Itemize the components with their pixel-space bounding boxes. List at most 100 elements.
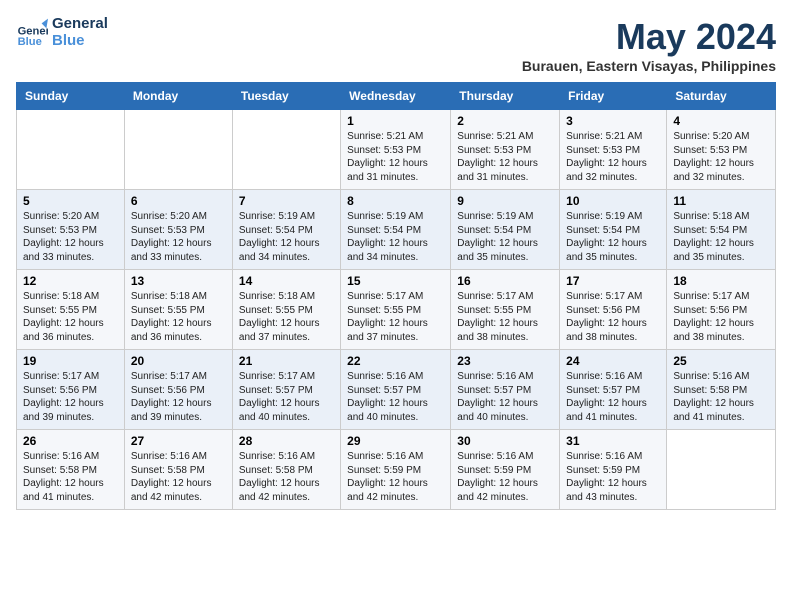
day-info: Sunrise: 5:16 AMSunset: 5:57 PMDaylight:… [457, 370, 553, 424]
day-info: Sunrise: 5:16 AMSunset: 5:58 PMDaylight:… [673, 370, 769, 424]
location-subtitle: Burauen, Eastern Visayas, Philippines [522, 58, 776, 74]
month-title: May 2024 [522, 16, 776, 58]
header-day-saturday: Saturday [667, 83, 776, 110]
calendar-cell: 20 Sunrise: 5:17 AMSunset: 5:56 PMDayligh… [124, 350, 232, 430]
day-info: Sunrise: 5:18 AMSunset: 5:55 PMDaylight:… [23, 290, 118, 344]
calendar-cell: 26 Sunrise: 5:16 AMSunset: 5:58 PMDayligh… [17, 430, 125, 510]
day-info: Sunrise: 5:17 AMSunset: 5:55 PMDaylight:… [457, 290, 553, 344]
calendar-cell [17, 110, 125, 190]
day-number: 21 [239, 354, 334, 368]
day-number: 1 [347, 114, 444, 128]
day-number: 19 [23, 354, 118, 368]
day-info: Sunrise: 5:18 AMSunset: 5:55 PMDaylight:… [131, 290, 226, 344]
calendar-cell: 8Sunrise: 5:19 AMSunset: 5:54 PMDaylight… [341, 190, 451, 270]
calendar-cell: 31Sunrise: 5:16 AMSunset: 5:59 PMDayligh… [560, 430, 667, 510]
day-number: 28 [239, 434, 334, 448]
calendar-cell: 11 Sunrise: 5:18 AMSunset: 5:54 PMDayligh… [667, 190, 776, 270]
calendar-week-4: 19 Sunrise: 5:17 AMSunset: 5:56 PMDayligh… [17, 350, 776, 430]
day-info: Sunrise: 5:20 AMSunset: 5:53 PMDaylight:… [23, 210, 118, 264]
calendar-cell: 29 Sunrise: 5:16 AMSunset: 5:59 PMDayligh… [341, 430, 451, 510]
day-info: Sunrise: 5:17 AMSunset: 5:56 PMDaylight:… [673, 290, 769, 344]
calendar-cell: 6Sunrise: 5:20 AMSunset: 5:53 PMDaylight… [124, 190, 232, 270]
day-number: 12 [23, 274, 118, 288]
calendar-cell: 18 Sunrise: 5:17 AMSunset: 5:56 PMDayligh… [667, 270, 776, 350]
calendar-cell: 12 Sunrise: 5:18 AMSunset: 5:55 PMDayligh… [17, 270, 125, 350]
day-number: 16 [457, 274, 553, 288]
day-number: 25 [673, 354, 769, 368]
day-number: 11 [673, 194, 769, 208]
calendar-cell: 15 Sunrise: 5:17 AMSunset: 5:55 PMDayligh… [341, 270, 451, 350]
day-info: Sunrise: 5:16 AMSunset: 5:57 PMDaylight:… [566, 370, 660, 424]
day-number: 2 [457, 114, 553, 128]
day-number: 10 [566, 194, 660, 208]
day-info: Sunrise: 5:17 AMSunset: 5:56 PMDaylight:… [131, 370, 226, 424]
day-info: Sunrise: 5:17 AMSunset: 5:57 PMDaylight:… [239, 370, 334, 424]
header-day-tuesday: Tuesday [232, 83, 340, 110]
calendar-cell: 1 Sunrise: 5:21 AMSunset: 5:53 PMDaylight… [341, 110, 451, 190]
day-number: 7 [239, 194, 334, 208]
day-number: 27 [131, 434, 226, 448]
calendar-cell: 2Sunrise: 5:21 AMSunset: 5:53 PMDaylight… [451, 110, 560, 190]
day-number: 9 [457, 194, 553, 208]
day-number: 30 [457, 434, 553, 448]
calendar-cell [232, 110, 340, 190]
calendar-cell [124, 110, 232, 190]
day-info: Sunrise: 5:21 AMSunset: 5:53 PMDaylight:… [347, 130, 444, 184]
day-info: Sunrise: 5:19 AMSunset: 5:54 PMDaylight:… [566, 210, 660, 264]
calendar-cell: 3 Sunrise: 5:21 AMSunset: 5:53 PMDaylight… [560, 110, 667, 190]
calendar-week-5: 26 Sunrise: 5:16 AMSunset: 5:58 PMDayligh… [17, 430, 776, 510]
day-info: Sunrise: 5:18 AMSunset: 5:55 PMDaylight:… [239, 290, 334, 344]
day-number: 24 [566, 354, 660, 368]
day-number: 31 [566, 434, 660, 448]
calendar-cell: 23Sunrise: 5:16 AMSunset: 5:57 PMDayligh… [451, 350, 560, 430]
page-header: General Blue General Blue May 2024 Burau… [16, 16, 776, 74]
logo: General Blue General Blue [16, 16, 108, 49]
day-info: Sunrise: 5:19 AMSunset: 5:54 PMDaylight:… [239, 210, 334, 264]
day-info: Sunrise: 5:20 AMSunset: 5:53 PMDaylight:… [673, 130, 769, 184]
day-number: 6 [131, 194, 226, 208]
day-info: Sunrise: 5:16 AMSunset: 5:57 PMDaylight:… [347, 370, 444, 424]
header-day-friday: Friday [560, 83, 667, 110]
header-day-monday: Monday [124, 83, 232, 110]
day-number: 17 [566, 274, 660, 288]
calendar-week-3: 12 Sunrise: 5:18 AMSunset: 5:55 PMDayligh… [17, 270, 776, 350]
header-day-thursday: Thursday [451, 83, 560, 110]
calendar-cell: 7 Sunrise: 5:19 AMSunset: 5:54 PMDaylight… [232, 190, 340, 270]
logo-icon: General Blue [16, 17, 48, 49]
day-number: 20 [131, 354, 226, 368]
calendar-week-2: 5 Sunrise: 5:20 AMSunset: 5:53 PMDaylight… [17, 190, 776, 270]
day-info: Sunrise: 5:17 AMSunset: 5:56 PMDaylight:… [566, 290, 660, 344]
calendar-cell: 28 Sunrise: 5:16 AMSunset: 5:58 PMDayligh… [232, 430, 340, 510]
calendar-cell: 30 Sunrise: 5:16 AMSunset: 5:59 PMDayligh… [451, 430, 560, 510]
day-number: 26 [23, 434, 118, 448]
day-info: Sunrise: 5:19 AMSunset: 5:54 PMDaylight:… [457, 210, 553, 264]
calendar-cell: 5 Sunrise: 5:20 AMSunset: 5:53 PMDaylight… [17, 190, 125, 270]
day-info: Sunrise: 5:16 AMSunset: 5:58 PMDaylight:… [23, 450, 118, 504]
day-info: Sunrise: 5:21 AMSunset: 5:53 PMDaylight:… [566, 130, 660, 184]
calendar-cell: 24 Sunrise: 5:16 AMSunset: 5:57 PMDayligh… [560, 350, 667, 430]
day-number: 3 [566, 114, 660, 128]
calendar-cell: 9 Sunrise: 5:19 AMSunset: 5:54 PMDaylight… [451, 190, 560, 270]
calendar-cell: 19 Sunrise: 5:17 AMSunset: 5:56 PMDayligh… [17, 350, 125, 430]
day-number: 8 [347, 194, 444, 208]
calendar-cell: 16 Sunrise: 5:17 AMSunset: 5:55 PMDayligh… [451, 270, 560, 350]
calendar-week-1: 1 Sunrise: 5:21 AMSunset: 5:53 PMDaylight… [17, 110, 776, 190]
title-block: May 2024 Burauen, Eastern Visayas, Phili… [522, 16, 776, 74]
calendar-cell: 17 Sunrise: 5:17 AMSunset: 5:56 PMDayligh… [560, 270, 667, 350]
header-day-sunday: Sunday [17, 83, 125, 110]
day-info: Sunrise: 5:17 AMSunset: 5:56 PMDaylight:… [23, 370, 118, 424]
calendar-cell: 27Sunrise: 5:16 AMSunset: 5:58 PMDayligh… [124, 430, 232, 510]
day-info: Sunrise: 5:16 AMSunset: 5:59 PMDaylight:… [457, 450, 553, 504]
day-info: Sunrise: 5:18 AMSunset: 5:54 PMDaylight:… [673, 210, 769, 264]
calendar-cell: 21 Sunrise: 5:17 AMSunset: 5:57 PMDayligh… [232, 350, 340, 430]
day-number: 13 [131, 274, 226, 288]
day-number: 18 [673, 274, 769, 288]
day-number: 5 [23, 194, 118, 208]
day-number: 14 [239, 274, 334, 288]
day-number: 29 [347, 434, 444, 448]
header-day-wednesday: Wednesday [341, 83, 451, 110]
day-info: Sunrise: 5:16 AMSunset: 5:59 PMDaylight:… [347, 450, 444, 504]
day-info: Sunrise: 5:16 AMSunset: 5:58 PMDaylight:… [239, 450, 334, 504]
day-number: 15 [347, 274, 444, 288]
day-info: Sunrise: 5:17 AMSunset: 5:55 PMDaylight:… [347, 290, 444, 344]
